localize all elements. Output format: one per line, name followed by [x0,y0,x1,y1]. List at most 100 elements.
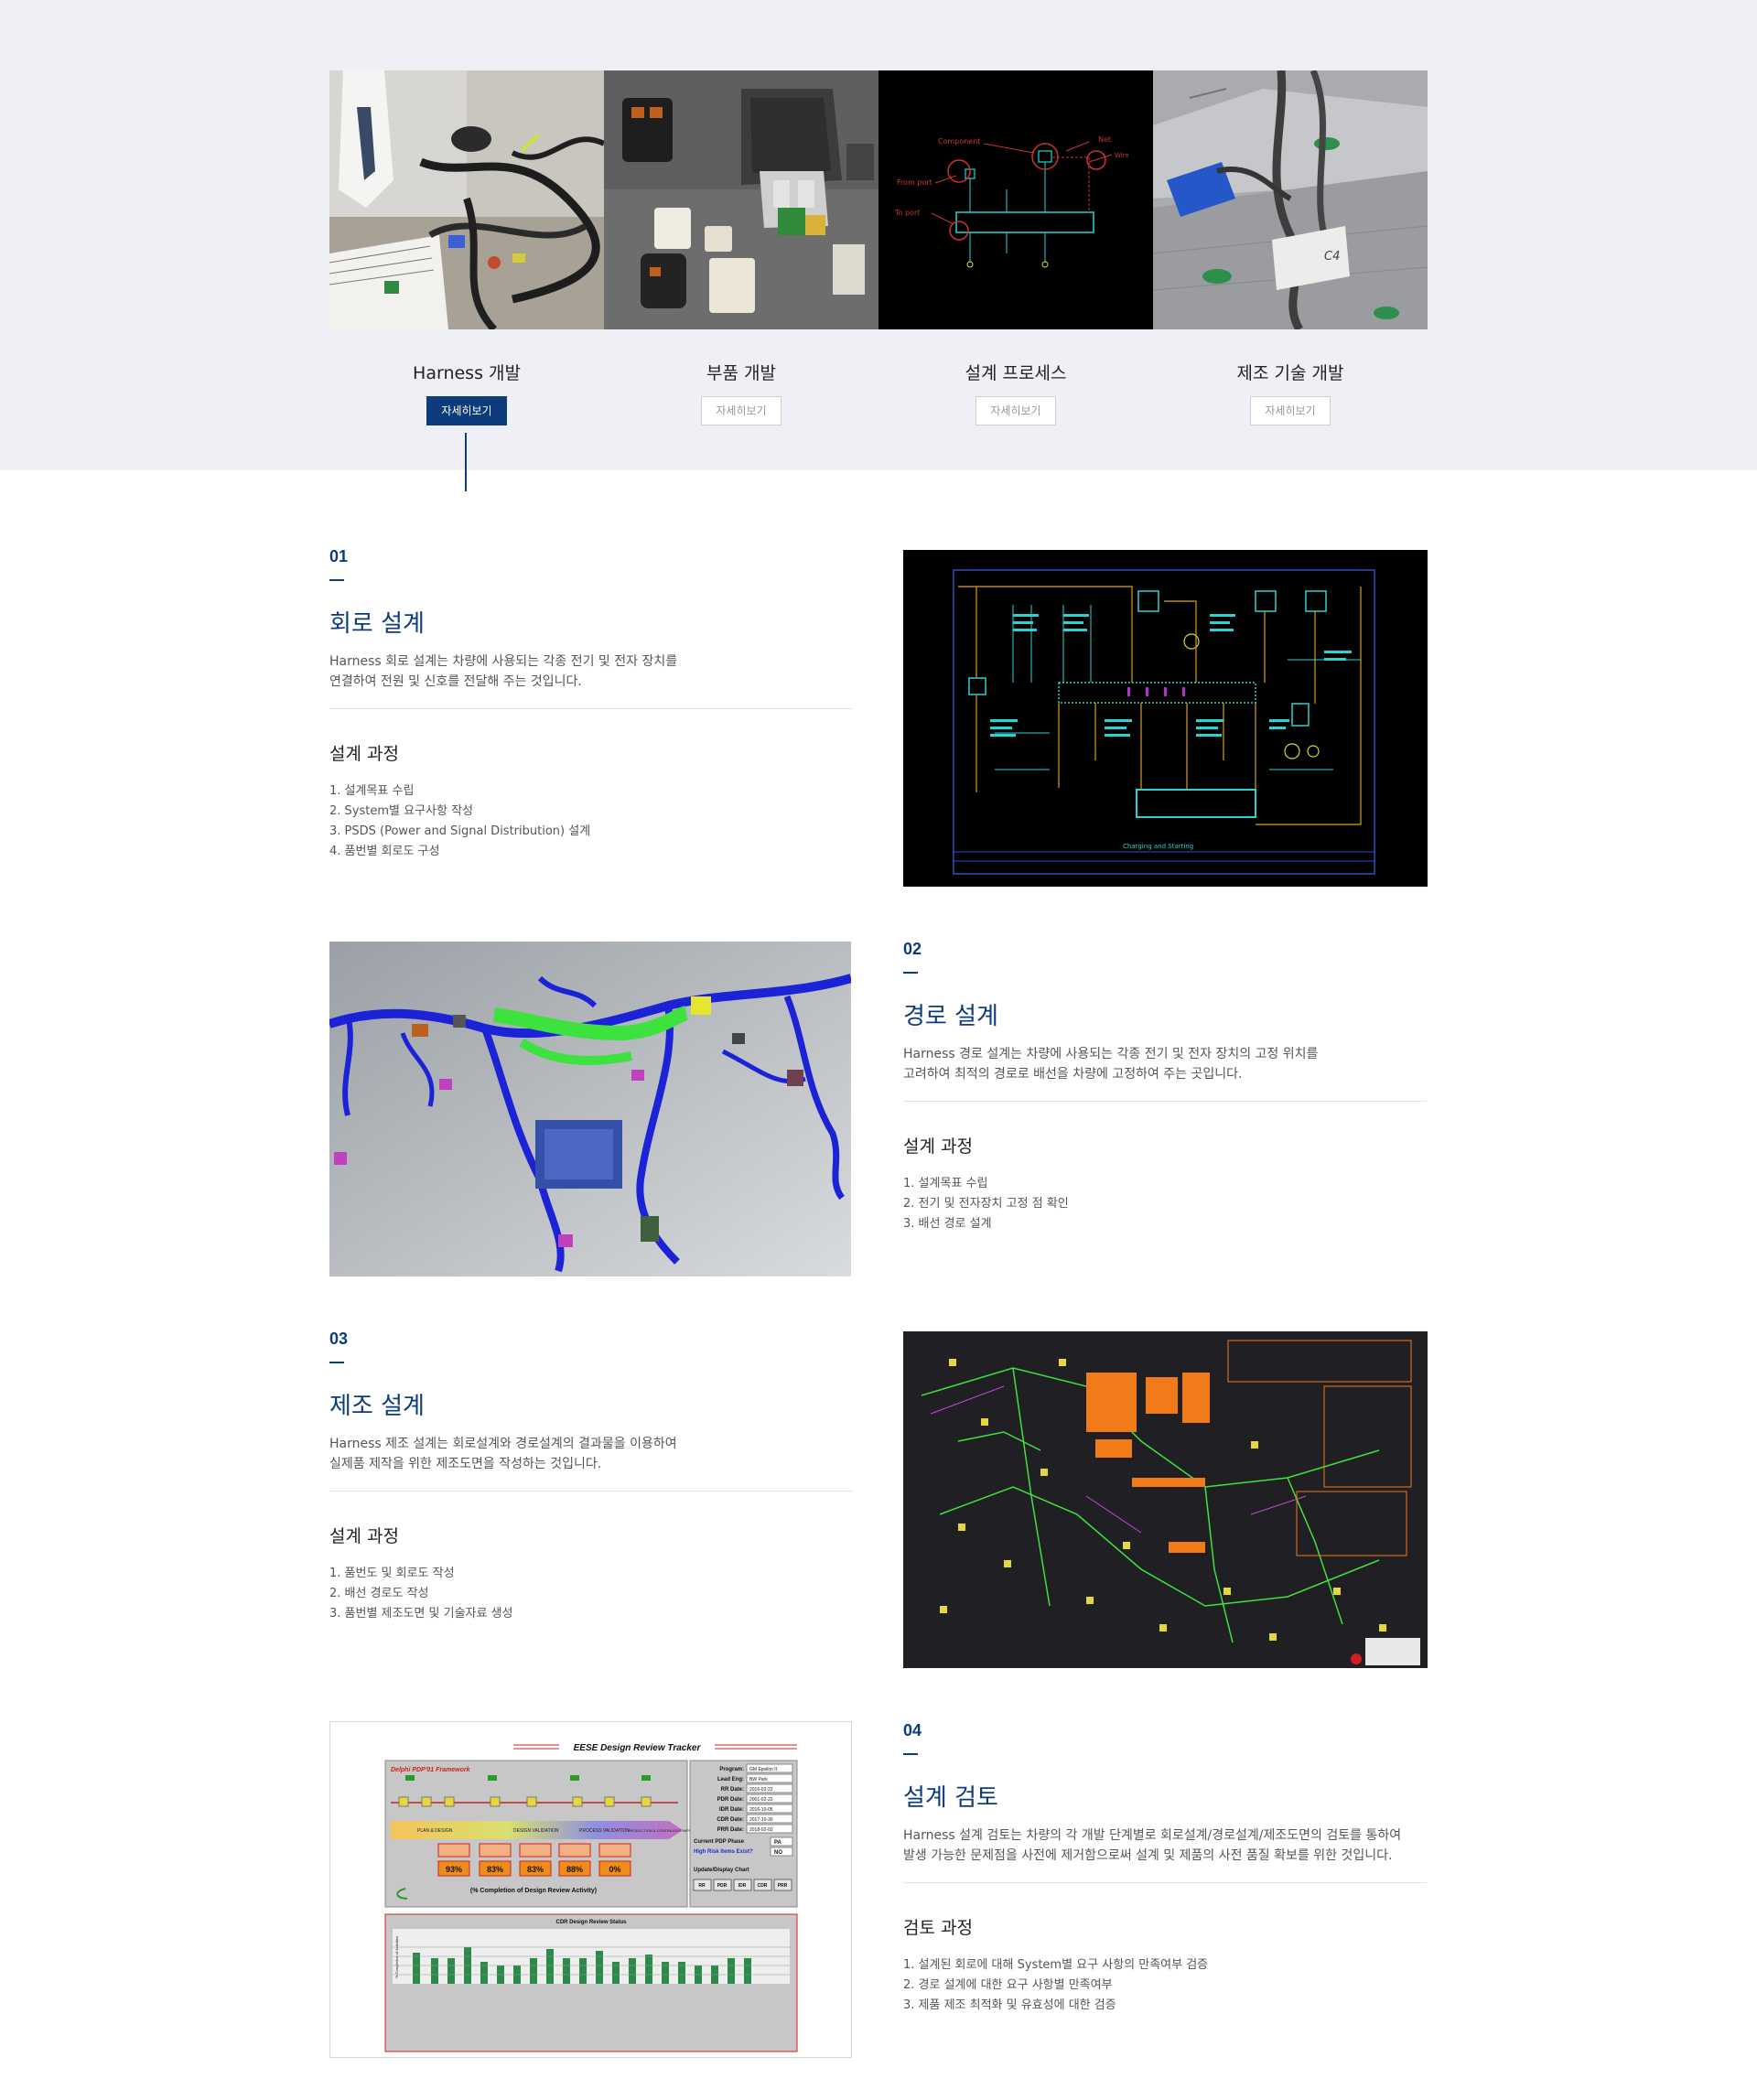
category-title: Harness 개발 [413,363,521,383]
section-description: Harness 회로 설계는 차량에 사용되는 각종 전기 및 전자 장치를 연… [329,654,678,689]
phase-label: PLAN & DESIGN [417,1828,453,1834]
label-wire: Wire [1115,152,1129,159]
info-key: Lead Eng: [717,1777,744,1782]
step-item: 2. System별 요구사항 작성 [329,804,473,818]
tracker-title: EESE Design Review Tracker [574,1743,702,1753]
step-item: 1. 설계된 회로에 대해 System별 요구 사항의 만족여부 검증 [903,1958,1209,1972]
section-title: 설계 검토 [903,1784,998,1812]
info-key: RR Date: [721,1787,744,1793]
manufacturing-drawing [903,1331,1428,1668]
current-phase-value: PA [774,1840,782,1846]
info-key: IDR Date: [719,1807,744,1813]
manufacturing-photo[interactable]: C4 [1153,70,1428,329]
section-route-design: 02 경로 설계 Harness 경로 설계는 차량에 사용되는 각종 전기 및… [903,940,1427,1234]
divider-dash [329,1362,344,1363]
info-value: 2001-02-22 [749,1797,773,1803]
label-component: Component [938,137,980,145]
divider [329,708,853,709]
info-key: PDR Date: [717,1797,744,1803]
step-item: 3. 배선 경로 설계 [903,1217,992,1231]
divider-dash [329,579,344,581]
chart-button: IDR [738,1883,747,1889]
info-key: CDR Date: [717,1817,744,1823]
info-value: 2018-02-03 [749,1827,773,1833]
category-harness[interactable]: Harness 개발 자세히보기 [329,70,604,427]
section-title: 제조 설계 [329,1393,425,1420]
step-item: 3. 제품 제조 최적화 및 유효성에 대한 검증 [903,1998,1116,2012]
design-review-tracker: EESE Design Review Tracker Delphi PDP'01… [329,1721,852,2058]
chart-button: RR [698,1883,706,1889]
active-indicator [465,433,467,491]
process-diagram[interactable]: Component Net Wire From port To port [878,70,1153,329]
section-number: 02 [903,940,922,958]
divider [903,1101,1427,1102]
current-phase-label: Current PDP Phase [694,1839,745,1845]
phase-label: PROCESS VALIDATION [579,1828,630,1834]
percent-value: 88% [566,1865,583,1874]
section-title: 경로 설계 [903,1003,998,1030]
step-item: 3. 품번별 제조도면 및 기술자료 생성 [329,1607,513,1621]
step-item: 1. 품번도 및 회로도 작성 [329,1567,455,1580]
section-design-review: 04 설계 검토 Harness 설계 검토는 차량의 각 개발 단계별로 회로… [903,1721,1427,2016]
connector-parts-photo[interactable] [604,70,878,329]
more-button[interactable]: 자세히보기 [701,396,781,425]
section-description: Harness 경로 설계는 차량에 사용되는 각종 전기 및 전자 장치의 고… [903,1047,1319,1082]
chart-button: PRR [778,1883,788,1889]
chart-button: PDR [717,1883,728,1889]
label-to-port: To port [894,209,920,217]
more-button[interactable]: 자세히보기 [976,396,1056,425]
3d-routing [329,942,851,1276]
category-manufacturing[interactable]: C4 제조 기술 개발 자세히보기 [1153,70,1428,427]
completion-label: (% Completion of Design Review Activity) [470,1888,597,1894]
category-list: Harness 개발 자세히보기 부품 개발 자세히보기 Component N… [329,70,1428,427]
percent-value: 93% [446,1865,462,1874]
chart-button: CDR [758,1883,768,1889]
process-title: 설계 과정 [903,1136,973,1157]
process-steps: 1. 설계목표 수립 2. System별 요구사항 작성 3. PSDS (P… [329,781,853,862]
step-item: 2. 배선 경로도 작성 [329,1587,429,1600]
info-value: 2016-02-22 [749,1787,773,1793]
category-title: 제조 기술 개발 [1236,363,1344,383]
tag-label: C4 [1324,250,1340,264]
high-risk-value: NO [774,1850,782,1856]
framework-label: Delphi PDP'01 Framework [391,1767,471,1773]
process-steps: 1. 품번도 및 회로도 작성 2. 배선 경로도 작성 3. 품번별 제조도면… [329,1564,853,1624]
section-number: 03 [329,1330,349,1348]
step-item: 2. 경로 설계에 대한 요구 사항별 만족여부 [903,1978,1113,1992]
circuit-schematic: Charging and Starting [903,550,1428,887]
phase-label: DESIGN VALIDATION [513,1828,559,1834]
update-label: Update/Display Chart [694,1868,749,1873]
more-button[interactable]: 자세히보기 [1250,396,1331,425]
percent-value: 0% [609,1865,620,1874]
process-title: 설계 과정 [329,1526,399,1546]
process-title: 검토 과정 [903,1918,973,1938]
process-steps: 1. 설계된 회로에 대해 System별 요구 사항의 만족여부 검증 2. … [903,1955,1427,2016]
section-circuit-design: 01 회로 설계 Harness 회로 설계는 차량에 사용되는 각종 전기 및… [329,547,853,862]
step-item: 4. 품번별 회로도 구성 [329,845,440,858]
chart-ylabel: % Completion of Activities [394,1936,399,1978]
category-process[interactable]: Component Net Wire From port To port 설계 … [878,70,1153,427]
section-title: 회로 설계 [329,610,425,638]
step-item: 2. 전기 및 전자장치 고정 점 확인 [903,1197,1069,1211]
section-description: Harness 설계 검토는 차량의 각 개발 단계별로 회로설계/경로설계/제… [903,1828,1402,1863]
process-title: 설계 과정 [329,744,399,764]
divider-dash [903,972,918,974]
section-manufacturing-design: 03 제조 설계 Harness 제조 설계는 회로설계와 경로설계의 결과물을… [329,1330,853,1624]
more-button[interactable]: 자세히보기 [426,396,507,425]
info-value: GM Epsilon II [749,1767,777,1772]
percent-value: 83% [527,1865,544,1874]
label-net: Net [1098,135,1111,144]
category-title: 부품 개발 [706,363,776,383]
category-parts[interactable]: 부품 개발 자세히보기 [604,70,878,427]
info-value: 2016-10-05 [749,1807,773,1813]
category-title: 설계 프로세스 [965,363,1067,383]
schematic-caption: Charging and Starting [1123,843,1193,850]
divider [903,1882,1427,1883]
section-number: 04 [903,1721,922,1739]
section-number: 01 [329,547,349,565]
divider [329,1491,853,1492]
info-value: BW Park [749,1777,768,1782]
step-item: 1. 설계목표 수립 [903,1177,988,1190]
harness-photo[interactable] [329,70,604,329]
chart-title: CDR Design Review Status [555,1920,627,1925]
